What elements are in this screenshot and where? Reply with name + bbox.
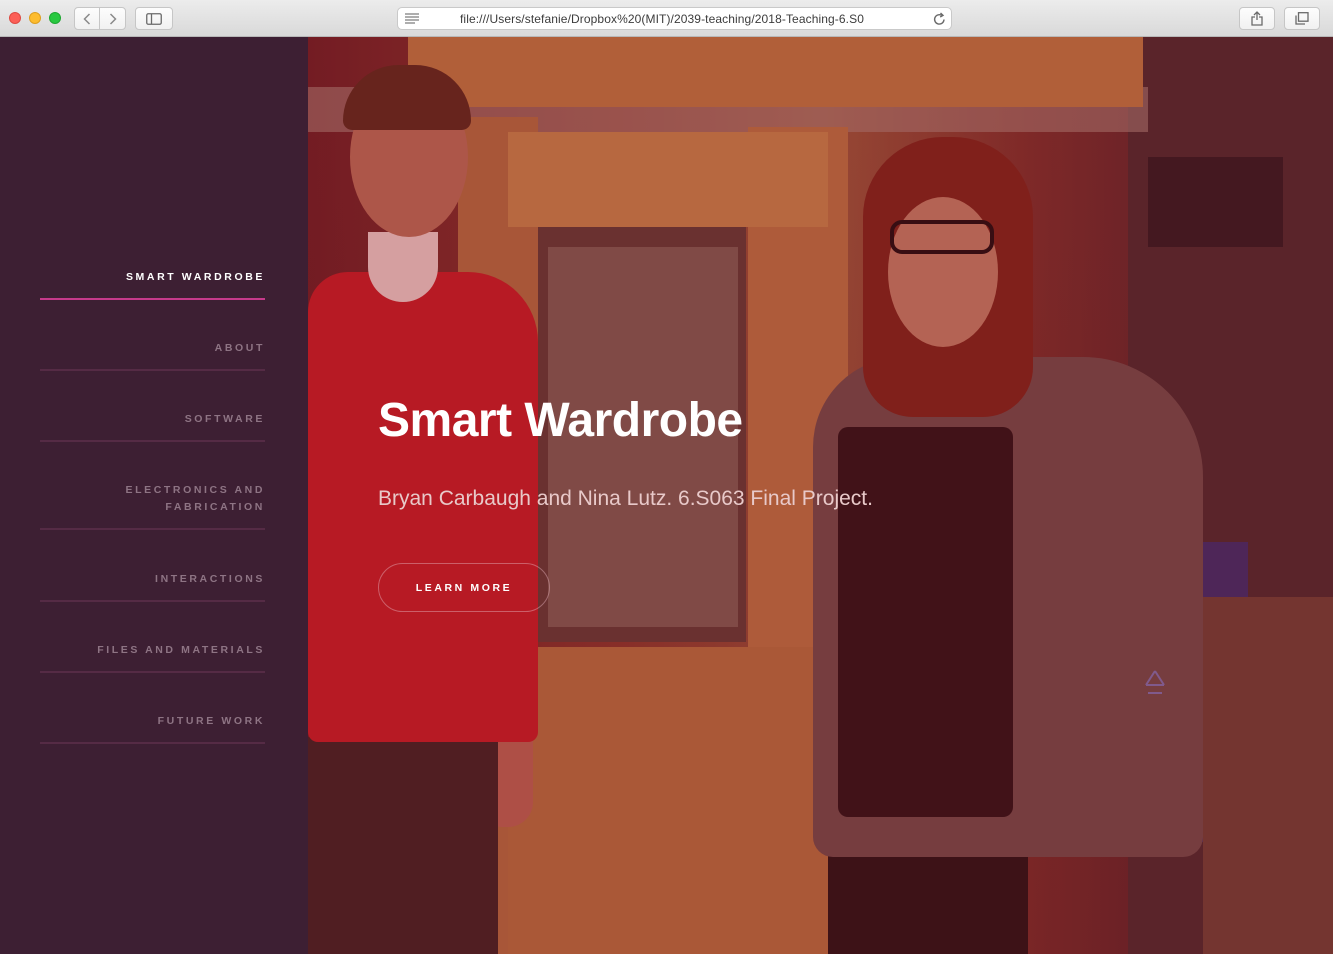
share-button[interactable]	[1239, 7, 1275, 30]
address-bar[interactable]: file:///Users/stefanie/Dropbox%20(MIT)/2…	[397, 7, 952, 30]
minimize-window-button[interactable]	[29, 12, 41, 24]
zoom-window-button[interactable]	[49, 12, 61, 24]
close-window-button[interactable]	[9, 12, 21, 24]
nav-item-about[interactable]: About	[40, 340, 265, 371]
reload-icon[interactable]	[933, 12, 946, 26]
url-text[interactable]: file:///Users/stefanie/Dropbox%20(MIT)/2…	[460, 12, 888, 26]
sidebar-icon	[146, 12, 162, 25]
hero-title: Smart Wardrobe	[378, 394, 743, 447]
nav-item-smart-wardrobe[interactable]: Smart Wardrobe	[40, 269, 265, 300]
browser-toolbar: file:///Users/stefanie/Dropbox%20(MIT)/2…	[0, 0, 1333, 37]
history-nav-group	[74, 7, 126, 30]
chevron-left-icon	[83, 12, 91, 25]
hero-subtitle: Bryan Carbaugh and Nina Lutz. 6.S063 Fin…	[378, 487, 873, 510]
tabs-overview-icon	[1295, 12, 1309, 25]
sidebar-toggle-button[interactable]	[135, 7, 173, 30]
learn-more-button[interactable]: LEARN MORE	[378, 563, 550, 612]
nav-item-files-and-materials[interactable]: Files and Materials	[40, 642, 265, 673]
nav-item-interactions[interactable]: Interactions	[40, 571, 265, 602]
back-button[interactable]	[75, 8, 101, 29]
chevron-right-icon	[109, 12, 117, 25]
reader-list-icon[interactable]	[405, 13, 419, 24]
share-icon	[1251, 11, 1263, 26]
show-tabs-button[interactable]	[1284, 7, 1320, 30]
forward-button[interactable]	[100, 8, 125, 29]
nav-item-future-work[interactable]: Future Work	[40, 713, 265, 744]
hero-section: Smart Wardrobe Bryan Carbaugh and Nina L…	[308, 37, 1333, 954]
sidebar-nav: Smart Wardrobe About Software Electronic…	[0, 37, 308, 954]
nav-item-electronics-and-fabrication[interactable]: Electronics and Fabrication	[40, 482, 265, 530]
nav-item-software[interactable]: Software	[40, 411, 265, 442]
